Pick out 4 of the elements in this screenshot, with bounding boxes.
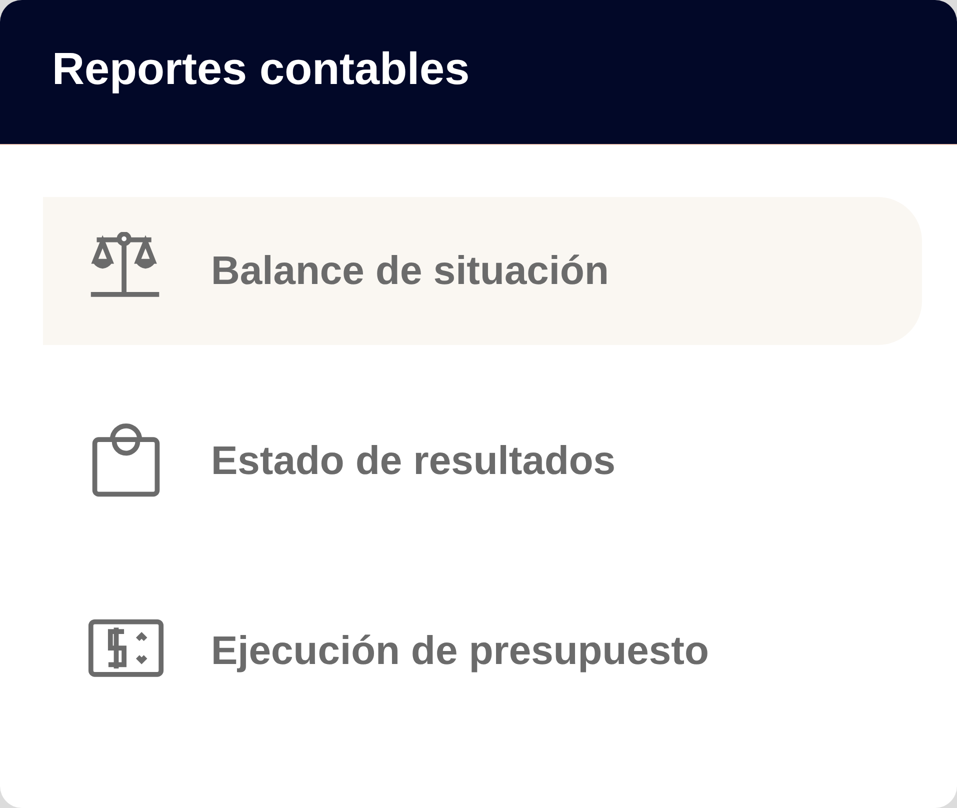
menu-item[interactable]: Ejecución de presupuesto <box>43 577 922 725</box>
header-title: Reportes contables <box>52 43 470 95</box>
menu-item[interactable]: Estado de resultados <box>43 387 922 535</box>
menu-item[interactable]: Balance de situación <box>43 197 922 345</box>
